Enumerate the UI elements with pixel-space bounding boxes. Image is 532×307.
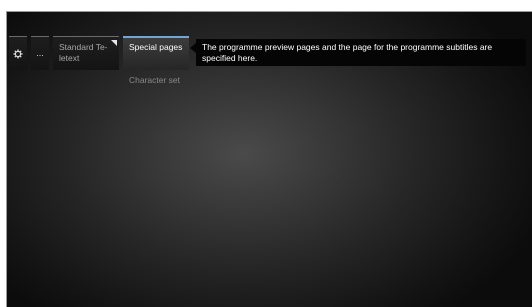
gear-icon [13,49,23,59]
special-pages-label: Special pages [129,42,183,52]
standard-teletext-label: Standard Te- letext [59,42,108,63]
character-set-label: Character set [129,75,181,85]
description-box: The programme preview pages and the page… [196,39,526,66]
tv-menu-screen: ... Standard Te- letext Special pages Th… [6,11,532,307]
more-options-tile[interactable]: ... [31,36,49,70]
special-pages-tile[interactable]: Special pages [123,36,189,70]
description-text: The programme preview pages and the page… [202,42,493,63]
corner-marker-icon [111,40,117,46]
character-set-item[interactable]: Character set [129,75,180,86]
more-label: ... [36,48,44,58]
settings-tile[interactable] [9,36,27,70]
standard-teletext-tile[interactable]: Standard Te- letext [53,36,119,70]
